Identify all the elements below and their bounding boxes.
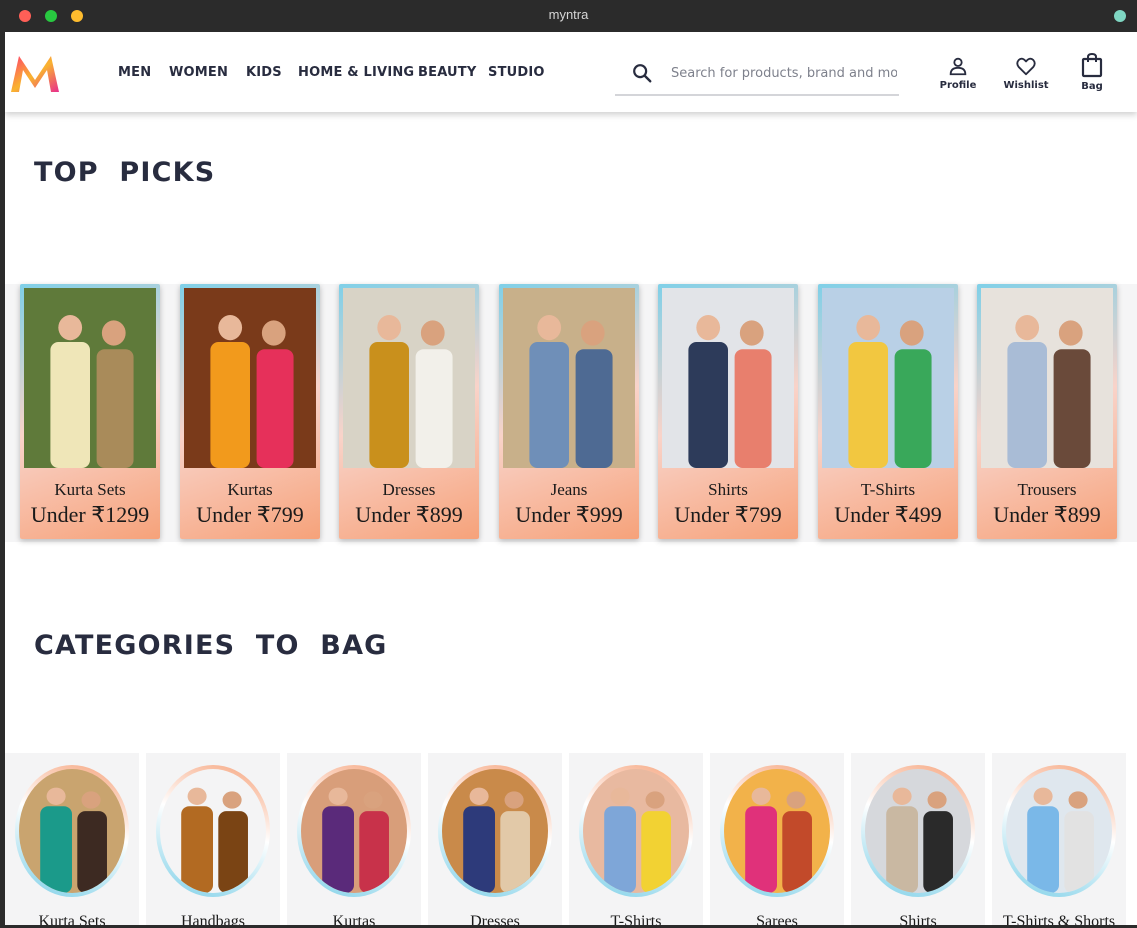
heart-icon [1016, 57, 1036, 76]
categories-row: Kurta Sets Handbags Kurtas Dresses T-Shirts S… [5, 753, 1137, 925]
product-photo [343, 288, 475, 468]
window-status-dot [1114, 10, 1126, 22]
category-photo [156, 765, 270, 897]
top-picks-title: TOP PICKS [34, 157, 216, 188]
category-name: Handbags [181, 913, 245, 925]
nav-item-home-living[interactable]: HOME & LIVING [298, 65, 414, 80]
top-pick-price: Under ₹799 [674, 502, 782, 527]
window-titlebar: myntra [0, 0, 1137, 32]
category-name: T-Shirts & Shorts [1002, 913, 1116, 925]
top-pick-name: Kurta Sets [54, 480, 126, 499]
product-photo [184, 288, 316, 468]
top-pick-name: Jeans [550, 480, 588, 499]
nav-item-kids[interactable]: KIDS [246, 65, 282, 80]
site-header: MEN WOMEN KIDS HOME & LIVING BEAUTY STUDIO Pr… [5, 32, 1137, 112]
category-card[interactable]: T-Shirts [569, 753, 703, 925]
category-card[interactable]: T-Shirts & Shorts [992, 753, 1126, 925]
search-input[interactable] [671, 60, 897, 86]
top-pick-price: Under ₹999 [515, 502, 623, 527]
category-photo [438, 765, 552, 897]
category-name: Kurta Sets [38, 913, 106, 925]
nav-item-beauty[interactable]: BEAUTY [418, 65, 477, 80]
category-card[interactable]: Kurta Sets [5, 753, 139, 925]
wishlist-button[interactable]: Wishlist [996, 55, 1056, 91]
bag-label: Bag [1081, 81, 1103, 92]
categories-title: CATEGORIES TO BAG [34, 630, 388, 661]
nav-item-men[interactable]: MEN [118, 65, 151, 80]
profile-button[interactable]: Profile [928, 55, 988, 91]
top-pick-name: Shirts [708, 480, 748, 499]
top-pick-price: Under ₹899 [355, 502, 463, 527]
product-photo [822, 288, 954, 468]
top-pick-name: Trousers [1017, 480, 1077, 499]
category-name: Dresses [470, 913, 520, 925]
nav-item-studio[interactable]: STUDIO [488, 65, 545, 80]
category-name: T-Shirts [610, 913, 662, 925]
top-pick-name: T-Shirts [860, 480, 916, 499]
product-photo [503, 288, 635, 468]
search-bar[interactable] [615, 52, 899, 96]
category-card[interactable]: Dresses [428, 753, 562, 925]
top-pick-name: Kurtas [227, 480, 273, 499]
category-photo [861, 765, 975, 897]
category-photo [1002, 765, 1116, 897]
nav-item-women[interactable]: WOMEN [169, 65, 228, 80]
top-pick-price: Under ₹1299 [30, 502, 150, 527]
category-name: Sarees [756, 913, 798, 925]
product-photo [24, 288, 156, 468]
top-picks-row: Kurta Sets Under ₹1299 Kurtas Under ₹799 Dre… [5, 284, 1137, 542]
top-pick-price: Under ₹799 [196, 502, 304, 527]
category-photo [297, 765, 411, 897]
top-pick-card[interactable]: Kurtas Under ₹799 [180, 284, 320, 539]
category-card[interactable]: Shirts [851, 753, 985, 925]
top-pick-card[interactable]: Shirts Under ₹799 [658, 284, 798, 539]
category-name: Kurtas [332, 913, 376, 925]
category-card[interactable]: Sarees [710, 753, 844, 925]
category-card[interactable]: Handbags [146, 753, 280, 925]
category-photo [15, 765, 129, 897]
top-pick-card[interactable]: Dresses Under ₹899 [339, 284, 479, 539]
category-photo [579, 765, 693, 897]
category-card[interactable]: Kurtas [287, 753, 421, 925]
wishlist-label: Wishlist [1003, 80, 1049, 91]
product-photo [662, 288, 794, 468]
window-title: myntra [548, 7, 589, 22]
category-name: Shirts [899, 913, 937, 925]
top-pick-card[interactable]: Kurta Sets Under ₹1299 [20, 284, 160, 539]
page-viewport: MEN WOMEN KIDS HOME & LIVING BEAUTY STUDIO Pr… [5, 32, 1137, 925]
product-photo [981, 288, 1113, 468]
myntra-logo[interactable] [7, 52, 63, 94]
category-photo [720, 765, 834, 897]
top-pick-card[interactable]: T-Shirts Under ₹499 [818, 284, 958, 539]
bag-icon [1081, 52, 1103, 78]
bag-button[interactable]: Bag [1062, 52, 1122, 92]
top-pick-card[interactable]: Jeans Under ₹999 [499, 284, 639, 539]
top-pick-price: Under ₹899 [993, 502, 1101, 527]
search-icon[interactable] [631, 62, 653, 84]
top-pick-card[interactable]: Trousers Under ₹899 [977, 284, 1117, 539]
top-pick-name: Dresses [382, 480, 436, 499]
profile-label: Profile [939, 80, 977, 91]
top-pick-price: Under ₹499 [834, 502, 942, 527]
person-icon [949, 57, 967, 76]
